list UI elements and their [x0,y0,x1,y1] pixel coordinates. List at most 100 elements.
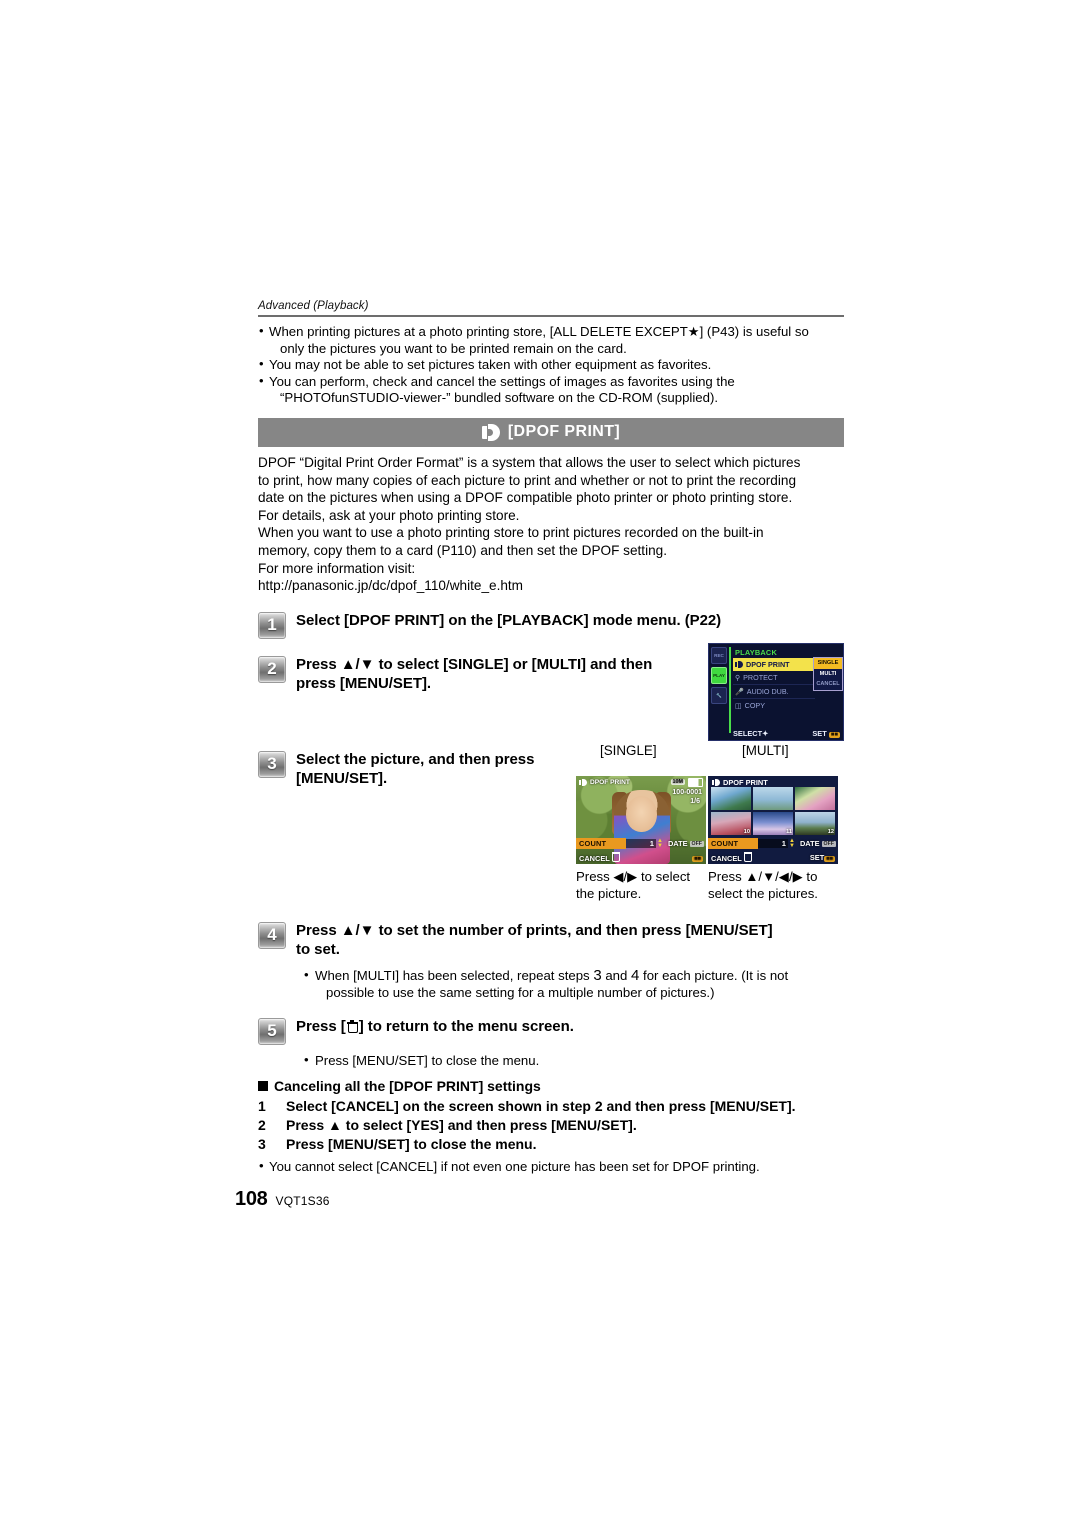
date-label: DATE [799,839,820,848]
description-line: memory, copy them to a card (P110) and t… [258,542,668,558]
step-1: 1 Select [DPOF PRINT] on the [PLAYBACK] … [258,611,844,639]
running-head: Advanced (Playback) [258,300,369,312]
submenu-item-cancel[interactable]: CANCEL [814,679,842,690]
list-item: 3 Press [MENU/SET] to close the menu. [258,1135,844,1154]
submenu-item-multi[interactable]: MULTI [814,669,842,680]
menu-item-protect[interactable]: ⚲ PROTECT [733,671,815,685]
mic-icon: 🎤 [735,688,744,696]
dpof-icon [735,661,743,668]
description-line: For more information visit: [258,560,416,576]
cancel-heading-text: Canceling all the [DPOF PRINT] settings [274,1077,541,1094]
dpof-info-url[interactable]: http://panasonic.jp/dc/dpof_110/white_e.… [258,577,844,595]
count-label: COUNT [576,838,626,849]
menu-mode-rail: REC PLAY 🔧 [711,647,727,733]
rail-tab-playback[interactable]: PLAY [711,667,727,684]
thumbnail-number: 11 [786,829,792,835]
menu-button-icon: ■■ [828,732,840,738]
cancel-steps-list: 1 Select [CANCEL] on the screen shown in… [258,1097,844,1154]
note-tail: for each picture. (It is not [643,967,789,983]
step-4: 4 Press ▲/▼ to set the number of prints,… [258,921,844,960]
cancel-hint[interactable]: CANCEL [711,852,752,863]
step-line: [MENU/SET]. [296,770,388,788]
cancel-step-number: 3 [258,1135,266,1152]
thumbnail-item[interactable]: 10 [711,812,751,835]
header-divider [258,315,844,317]
menu-button-icon: ■■ [692,856,703,862]
step-instruction: Select [DPOF PRINT] on the [PLAYBACK] mo… [296,611,721,631]
step-line: Press [ ] to return to the menu screen. [296,1017,574,1037]
cancel-step-number: 2 [258,1116,266,1133]
step-ref-a: 3 [593,966,602,984]
count-value[interactable]: 1 [626,839,656,848]
list-item: You can perform, check and cancel the se… [258,373,844,407]
cancel-label: CANCEL [711,854,742,863]
bullet-line-2: “PHOTOfunSTUDIO-viewer-” bundled softwar… [280,390,719,406]
battery-icon [688,777,703,787]
menu-item-audio-dub[interactable]: 🎤 AUDIO DUB. [733,685,815,699]
page-footer: 108 VQT1S36 [235,1188,330,1211]
rail-tab-rec[interactable]: REC [711,647,727,664]
set-hint[interactable]: ■■ [692,853,703,862]
single-screen-caption: Press ◀/▶ to select the picture. [576,869,691,901]
count-label: COUNT [708,838,758,849]
cancel-label: CANCEL [579,854,610,863]
menu-item-copy[interactable]: ◫ COPY [733,699,815,712]
step-4-notes: When [MULTI] has been selected, repeat s… [258,966,844,1001]
note-text: Press [MENU/SET] to close the menu. [315,1052,540,1068]
manual-page: Advanced (Playback) When printing pictur… [0,0,1080,1528]
trash-icon [743,852,752,862]
list-item: When printing pictures at a photo printi… [258,323,844,357]
thumbnail-item[interactable] [795,787,835,810]
card-icon: ◫ [735,702,742,710]
stepper-icon[interactable]: ▲ ▼ [657,838,663,849]
menu-item-list: DPOF PRINT ⚲ PROTECT 🎤 AUDIO DUB. ◫ COPY [733,658,815,712]
list-item: Press [MENU/SET] to close the menu. [304,1051,844,1069]
cancel-hint[interactable]: CANCEL [579,852,620,863]
single-mode-label: [SINGLE] [600,743,657,758]
single-screen-topbar: DPOF PRINT 10M [576,776,706,788]
bullet-line-1: You can perform, check and cancel the se… [269,373,735,389]
thumbnail-item[interactable]: 12 [795,812,835,835]
bullet-line-1: When printing pictures at a photo printi… [269,324,809,339]
step-line-prefix: Press [ [296,1017,346,1035]
picture-counter: 1/6 [690,798,700,805]
step-instruction: Press [ ] to return to the menu screen. [296,1017,574,1037]
menu-button-icon: ■■ [824,856,835,862]
bullet-line-2: only the pictures you want to be printed… [280,340,627,356]
trash-icon [346,1020,359,1034]
submenu-item-single[interactable]: SINGLE [814,658,842,669]
thumbnail-item[interactable]: 11 [753,812,793,835]
cancel-section-heading: Canceling all the [DPOF PRINT] settings [258,1078,844,1094]
note-text-a: When [MULTI] has been selected, repeat s… [315,967,590,983]
thumbnail-grid: 10 11 12 [711,787,835,835]
step-line: to set. [296,941,340,959]
thumbnail-item[interactable] [753,787,793,810]
count-value[interactable]: 1 [758,839,788,848]
step-instruction: Press ▲/▼ to select [SINGLE] or [MULTI] … [296,655,652,694]
list-item: 1 Select [CANCEL] on the screen shown in… [258,1097,844,1116]
step-number-badge: 5 [258,1017,286,1045]
thumbnail-item[interactable] [711,787,751,810]
set-hint[interactable]: SET ■■ [810,853,835,862]
page-number: 108 [235,1188,268,1210]
date-value[interactable]: OFF [821,840,836,847]
menu-item-label: PROTECT [743,673,778,682]
description-line: For details, ask at your photo printing … [258,507,520,523]
screen-title: DPOF PRINT [590,778,630,786]
menu-item-label: AUDIO DUB. [746,687,789,696]
description-line: date on the pictures when using a DPOF c… [258,490,793,506]
step-line: Press ▲/▼ to select [SINGLE] or [MULTI] … [296,655,653,673]
menu-item-label: DPOF PRINT [746,660,790,669]
step-ref-b: 4 [631,966,640,984]
intro-bullet-list: When printing pictures at a photo printi… [258,323,844,407]
rail-tab-setup[interactable]: 🔧 [711,687,727,704]
date-label: DATE [667,839,688,848]
stepper-icon[interactable]: ▲ ▼ [789,838,795,849]
menu-select-hint: SELECT✦ [733,729,768,738]
resolution-badge: 10M [670,779,685,785]
step-line-suffix: ] to return to the menu screen. [358,1017,574,1035]
date-value[interactable]: OFF [689,840,704,847]
menu-item-dpof-print[interactable]: DPOF PRINT [733,658,815,671]
description-line: DPOF “Digital Print Order Format” is a s… [258,454,801,470]
list-item: When [MULTI] has been selected, repeat s… [304,966,844,1001]
